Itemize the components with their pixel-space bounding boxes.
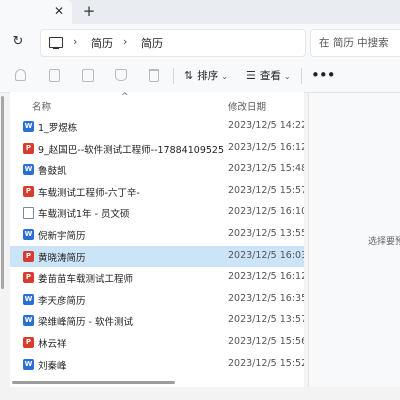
file-row[interactable]: P 姜苗苗车载测试工程师 2023/12/5 16:12 — [10, 267, 304, 288]
tab-bar: ✕ + — [0, 0, 400, 24]
file-name: 梁维峰简历 - 软件测试 — [38, 317, 133, 329]
status-bar — [0, 388, 400, 400]
more-options-button[interactable]: ••• — [311, 66, 336, 84]
word-file-icon: W — [23, 358, 34, 370]
pdf-file-icon: P — [23, 250, 34, 262]
file-row[interactable]: P 车载测试工程师-六丁辛- 2023/12/5 15:57 — [10, 181, 304, 202]
word-file-icon: W — [23, 293, 34, 305]
word-file-icon: W — [23, 121, 34, 132]
file-name: 倪新宇简历 — [38, 231, 86, 242]
word-file-icon: W — [23, 229, 34, 240]
file-name: 鲁鼓凯 — [38, 166, 67, 178]
file-modified-date: 2023/12/5 16:03 — [228, 249, 304, 261]
file-modified-date: 2023/12/5 16:12 — [228, 141, 304, 153]
sort-icon: ⇅ — [184, 69, 194, 82]
word-file-icon: W — [23, 164, 34, 176]
file-list: ^ 名称 修改日期 W 1_罗煜栋 2023/12/5 14:22 P 9_赵国巴--软… — [10, 92, 304, 387]
toolbar-divider — [173, 68, 174, 84]
column-header-name[interactable]: 名称 — [32, 99, 51, 113]
toolbar-divider — [301, 68, 302, 84]
file-modified-date: 2023/12/5 13:57 — [228, 314, 304, 326]
pdf-file-icon: P — [23, 185, 34, 197]
file-row[interactable]: W 梁维峰简历 - 软件测试 2023/12/5 13:57 — [10, 310, 304, 331]
file-name: 9_赵国巴--软件测试工程师--17884109525 — [38, 144, 224, 156]
address-bar[interactable]: › 简历 › 简历 — [40, 29, 306, 57]
file-name: 姜苗苗车载测试工程师 — [38, 274, 134, 286]
sort-label: 排序 — [197, 70, 219, 82]
file-modified-date: 2023/12/5 14:22 — [228, 120, 304, 131]
file-modified-date: 2023/12/5 16:35 — [228, 292, 304, 304]
file-name: 黄晓涛简历 — [38, 252, 86, 264]
chevron-down-icon: ⌄ — [283, 72, 291, 81]
computer-icon — [49, 37, 63, 50]
file-row[interactable]: W 1_罗煜栋 2023/12/5 14:22 — [10, 116, 304, 137]
file-row[interactable]: W 鲁鼓凯 2023/12/5 15:48 — [10, 159, 304, 180]
new-tab-icon[interactable]: + — [81, 3, 97, 19]
column-header-date[interactable]: 修改日期 — [228, 99, 266, 113]
view-button[interactable]: ☰ 查看 ⌄ — [246, 68, 291, 84]
file-row[interactable]: W 李天彦简历 2023/12/5 16:35 — [10, 289, 304, 310]
pdf-file-icon: P — [23, 142, 34, 154]
search-input[interactable] — [319, 35, 399, 51]
command-bar: ⇅ 排序 ⌄ ☰ 查看 ⌄ ••• — [0, 60, 400, 93]
active-tab[interactable]: ✕ — [0, 0, 72, 24]
file-name: 1_罗煜栋 — [38, 123, 78, 134]
sort-indicator-icon: ^ — [121, 92, 129, 102]
breadcrumb-item-1[interactable]: 简历 — [91, 35, 113, 51]
file-modified-date: 2023/12/5 15:48 — [228, 163, 304, 175]
view-label: 查看 — [259, 70, 281, 82]
breadcrumb-separator-icon[interactable]: › — [73, 35, 77, 48]
file-row[interactable]: 车载测试1年 - 员文硕 2023/12/5 16:10 — [10, 202, 304, 223]
copy-icon[interactable] — [49, 69, 60, 82]
file-modified-date: 2023/12/5 15:57 — [228, 184, 304, 196]
file-row[interactable]: P 黄晓涛简历 2023/12/5 16:03 — [10, 245, 304, 267]
refresh-icon[interactable]: ↻ — [10, 34, 26, 50]
file-modified-date: 2023/12/5 16:10 — [228, 206, 304, 218]
file-modified-date: 2023/12/5 15:52 — [228, 357, 304, 369]
file-modified-date: 2023/12/5 13:55 — [228, 228, 304, 239]
breadcrumb-item-2[interactable]: 简历 — [141, 35, 163, 51]
search-box[interactable] — [310, 29, 400, 57]
file-name: 车载测试工程师-六丁辛- — [38, 187, 140, 199]
file-name: 林云祥 — [38, 339, 67, 350]
file-modified-date: 2023/12/5 16:12 — [228, 271, 304, 283]
view-icon: ☰ — [246, 69, 256, 82]
pdf-file-icon: P — [23, 272, 34, 284]
delete-icon[interactable] — [149, 69, 159, 82]
file-name: 刘秦峰 — [38, 360, 67, 372]
paste-icon[interactable] — [82, 69, 94, 82]
file-row[interactable]: P 9_赵国巴--软件测试工程师--17884109525 2023/12/5 16… — [10, 138, 304, 159]
file-name: 车载测试1年 - 员文硕 — [38, 209, 130, 221]
chevron-down-icon: ⌄ — [221, 72, 228, 81]
cut-icon[interactable] — [15, 69, 26, 81]
file-name: 李天彦简历 — [38, 295, 86, 307]
pdf-file-icon: P — [23, 337, 34, 348]
sort-button[interactable]: ⇅ 排序 ⌄ — [184, 68, 228, 84]
navigation-bar: ↻ › 简历 › 简历 — [0, 24, 400, 60]
breadcrumb-separator-icon[interactable]: › — [123, 35, 127, 48]
share-icon[interactable] — [115, 69, 127, 81]
text-file-icon — [23, 207, 34, 220]
file-row[interactable]: W 刘秦峰 2023/12/5 15:52 — [10, 354, 304, 375]
file-modified-date: 2023/12/5 15:56 — [228, 336, 304, 347]
file-row[interactable]: W 倪新宇简历 2023/12/5 13:55 — [10, 224, 304, 245]
word-file-icon: W — [23, 315, 34, 327]
file-row[interactable]: P 林云祥 2023/12/5 15:56 — [10, 332, 304, 353]
preview-hint: 选择要预 — [368, 237, 400, 247]
preview-pane: 选择要预 — [308, 93, 400, 387]
close-icon[interactable]: ✕ — [52, 4, 66, 18]
vertical-scrollbar[interactable] — [1, 96, 4, 289]
horizontal-scrollbar[interactable] — [12, 381, 175, 384]
